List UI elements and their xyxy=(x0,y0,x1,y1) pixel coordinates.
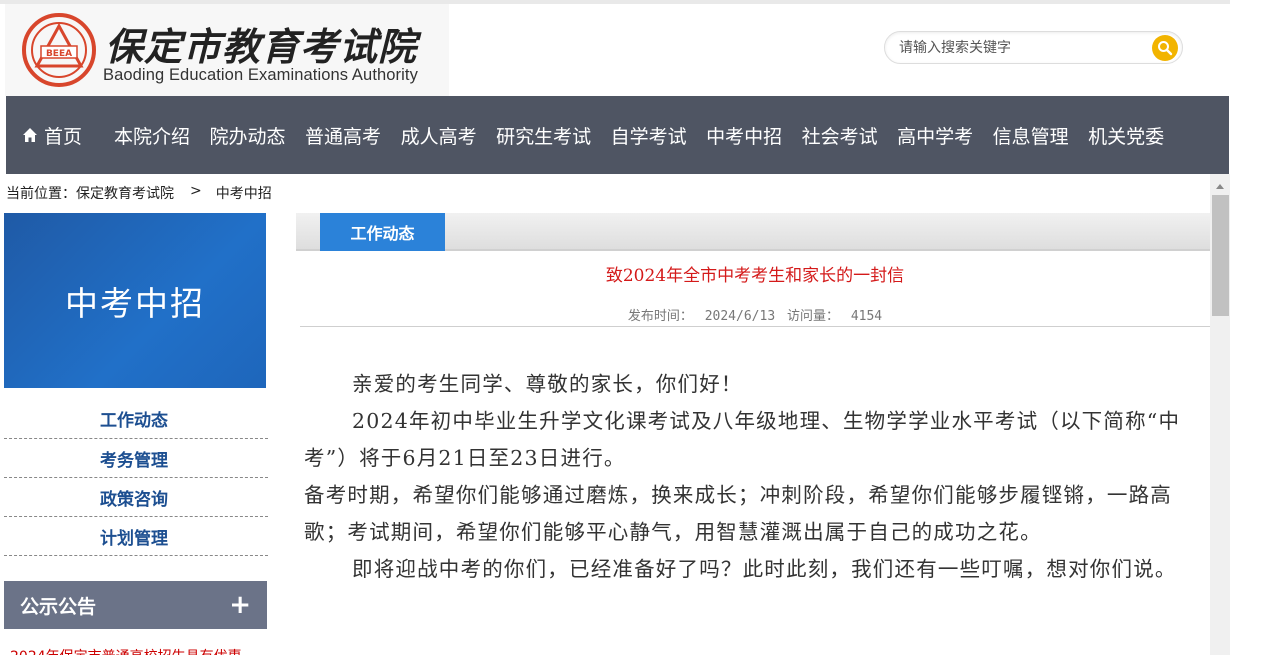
sidebar-banner-title: 中考中招 xyxy=(65,283,205,323)
article-body: 亲爱的考生同学、尊敬的家长，你们好！ 2024年初中毕业生升学文化课考试及八年级… xyxy=(304,366,1211,588)
article-paragraph: 备考时期，希望你们能够通过磨炼，换来成长；冲刺阶段，希望你们能够步履铿锵，一路高… xyxy=(304,483,1172,544)
search-input[interactable] xyxy=(899,38,1139,58)
breadcrumb: 当前位置： 保定教育考试院 > 中考中招 xyxy=(6,183,272,203)
article-divider xyxy=(300,326,1210,327)
nav-item-graduate-exam[interactable]: 研究生考试 xyxy=(496,122,591,149)
site-header: BEEA 保定市教育考试院 Baoding Education Examinat… xyxy=(5,4,1229,96)
notice-title: 公示公告 xyxy=(20,595,97,618)
sidebar-item-exam-affairs[interactable]: 考务管理 xyxy=(4,439,268,478)
breadcrumb-root[interactable]: 保定教育考试院 xyxy=(76,183,174,203)
nav-item-info-management[interactable]: 信息管理 xyxy=(993,122,1069,149)
nav-home-label: 首页 xyxy=(44,125,83,148)
article-paragraph: 即将迎战中考的你们，已经准备好了吗？此时此刻，我们还有一些叮嘱，想对你们说。 xyxy=(352,557,1177,581)
scroll-up-button[interactable] xyxy=(1210,178,1230,194)
nav-item-news[interactable]: 院办动态 xyxy=(210,122,286,149)
home-icon xyxy=(23,128,37,142)
nav-item-about[interactable]: 本院介绍 xyxy=(114,122,190,149)
nav-item-adult-exam[interactable]: 成人高考 xyxy=(401,122,477,149)
nav-item-gaokao[interactable]: 普通高考 xyxy=(305,122,381,149)
sidebar-item-plan[interactable]: 计划管理 xyxy=(4,517,268,556)
article-title: 致2024年全市中考考生和家长的一封信 xyxy=(605,266,905,286)
breadcrumb-prefix: 当前位置： xyxy=(6,186,76,202)
nav-item-party-committee[interactable]: 机关党委 xyxy=(1088,122,1164,149)
sidebar-item-work-news[interactable]: 工作动态 xyxy=(4,399,268,439)
article-paragraph: 2024年初中毕业生升学文化课考试及八年级地理、生物学学业水平考试（以下简称“中… xyxy=(304,409,1181,470)
sidebar-menu: 工作动态 考务管理 政策咨询 计划管理 xyxy=(4,399,268,556)
article-meta: 发布时间： 2024/6/13 访问量： 4154 xyxy=(300,305,1210,324)
notice-more-button[interactable]: + xyxy=(229,590,251,620)
chevron-up-icon xyxy=(1216,183,1224,189)
logo-title-cn: 保定市教育考试院 xyxy=(105,24,418,69)
meta-views-label: 访问量： xyxy=(786,309,839,324)
breadcrumb-separator: > xyxy=(190,183,202,199)
nav-item-home[interactable]: 首页 xyxy=(22,122,82,149)
article-paragraph: 亲爱的考生同学、尊敬的家长，你们好！ xyxy=(352,372,743,396)
search-button[interactable] xyxy=(1152,35,1178,61)
main-nav: 首页 本院介绍 院办动态 普通高考 成人高考 研究生考试 自学考试 中考中招 社… xyxy=(6,96,1229,174)
nav-item-self-study[interactable]: 自学考试 xyxy=(611,122,687,149)
notice-header: 公示公告 + xyxy=(4,581,267,629)
scrollbar-thumb[interactable] xyxy=(1212,195,1229,316)
search-box xyxy=(884,31,1183,64)
meta-time: 2024/6/13 xyxy=(704,309,776,324)
meta-views: 4154 xyxy=(850,309,883,324)
svg-text:BEEA: BEEA xyxy=(46,49,72,59)
nav-item-zhongkao[interactable]: 中考中招 xyxy=(706,122,782,149)
emblem-icon: BEEA xyxy=(22,13,96,87)
logo-title-en: Baoding Education Examinations Authority xyxy=(103,66,418,84)
nav-item-high-school-test[interactable]: 高中学考 xyxy=(897,122,973,149)
sidebar-item-policy[interactable]: 政策咨询 xyxy=(4,478,268,517)
sidebar-banner: 中考中招 xyxy=(4,213,266,388)
content-tab-bar: 工作动态 xyxy=(296,213,1210,251)
meta-time-label: 发布时间： xyxy=(627,309,693,324)
page-scrollbar[interactable] xyxy=(1210,174,1230,655)
tab-work-news[interactable]: 工作动态 xyxy=(320,213,445,251)
notice-list-item[interactable]: 2024年保定市普通高校招生具有优惠 xyxy=(10,646,260,655)
site-logo[interactable]: BEEA 保定市教育考试院 Baoding Education Examinat… xyxy=(5,4,449,96)
nav-item-social-exam[interactable]: 社会考试 xyxy=(802,122,878,149)
search-icon xyxy=(1158,41,1173,56)
breadcrumb-current[interactable]: 中考中招 xyxy=(216,183,272,203)
